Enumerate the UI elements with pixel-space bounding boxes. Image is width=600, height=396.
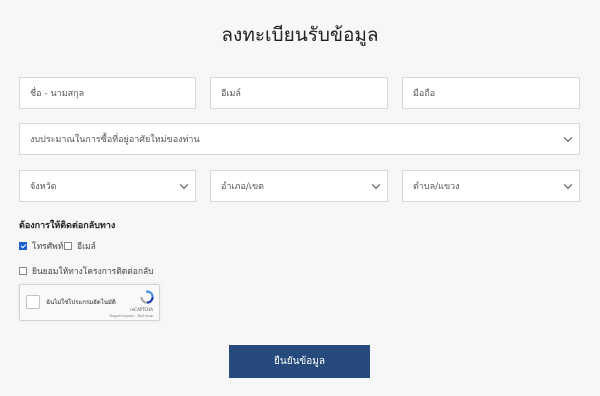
district-select[interactable]: อำเภอ/เขต <box>210 170 388 202</box>
recaptcha-widget: ฉันไม่ใช่โปรแกรมอัตโนมัติ reCAPTCHA ข้อม… <box>19 284 160 321</box>
submit-button[interactable]: ยืนยันข้อมูล <box>229 345 370 378</box>
chevron-down-icon <box>563 133 573 143</box>
email-placeholder: อีเมล์ <box>221 89 241 99</box>
contact-email-checkbox[interactable] <box>64 242 72 250</box>
consent-label: ยินยอมให้ทางโครงการติดต่อกลับ <box>32 267 154 277</box>
contact-email-option[interactable]: อีเมล์ <box>64 239 96 253</box>
recaptcha-logo-icon <box>140 290 154 304</box>
mobile-input[interactable]: มือถือ <box>402 77 580 109</box>
budget-select-value: งบประมาณในการซื้อที่อยู่อาศัยใหม่ของท่าน <box>30 135 200 145</box>
recaptcha-label: ฉันไม่ใช่โปรแกรมอัตโนมัติ <box>46 299 116 306</box>
contact-method-label: ต้องการให้ติดต่อกลับทาง <box>19 221 116 231</box>
recaptcha-links[interactable]: ข้อมูลส่วนบุคคล - ข้อกำหนด <box>109 313 153 319</box>
page-title: ลงทะเบียนรับข้อมูล <box>221 24 379 46</box>
budget-select[interactable]: งบประมาณในการซื้อที่อยู่อาศัยใหม่ของท่าน <box>19 123 580 155</box>
subdistrict-select[interactable]: ตำบล/แขวง <box>402 170 580 202</box>
contact-phone-checkbox[interactable] <box>19 242 27 250</box>
email-input[interactable]: อีเมล์ <box>210 77 388 109</box>
recaptcha-brand: reCAPTCHA <box>130 307 153 312</box>
contact-phone-option[interactable]: โทรศัพท์ <box>19 239 63 253</box>
district-select-value: อำเภอ/เขต <box>221 182 264 192</box>
mobile-placeholder: มือถือ <box>413 89 436 99</box>
consent-checkbox[interactable] <box>19 267 27 275</box>
contact-email-label: อีเมล์ <box>77 242 96 252</box>
name-input[interactable]: ชื่อ - นามสกุล <box>19 77 196 109</box>
chevron-down-icon <box>371 180 381 190</box>
chevron-down-icon <box>563 180 573 190</box>
subdistrict-select-value: ตำบล/แขวง <box>413 182 460 192</box>
province-select[interactable]: จังหวัด <box>19 170 196 202</box>
contact-phone-label: โทรศัพท์ <box>32 242 64 252</box>
province-select-value: จังหวัด <box>30 182 57 192</box>
consent-option[interactable]: ยินยอมให้ทางโครงการติดต่อกลับ <box>19 264 154 278</box>
chevron-down-icon <box>179 180 189 190</box>
name-placeholder: ชื่อ - นามสกุล <box>30 89 85 99</box>
recaptcha-checkbox[interactable] <box>26 295 40 309</box>
